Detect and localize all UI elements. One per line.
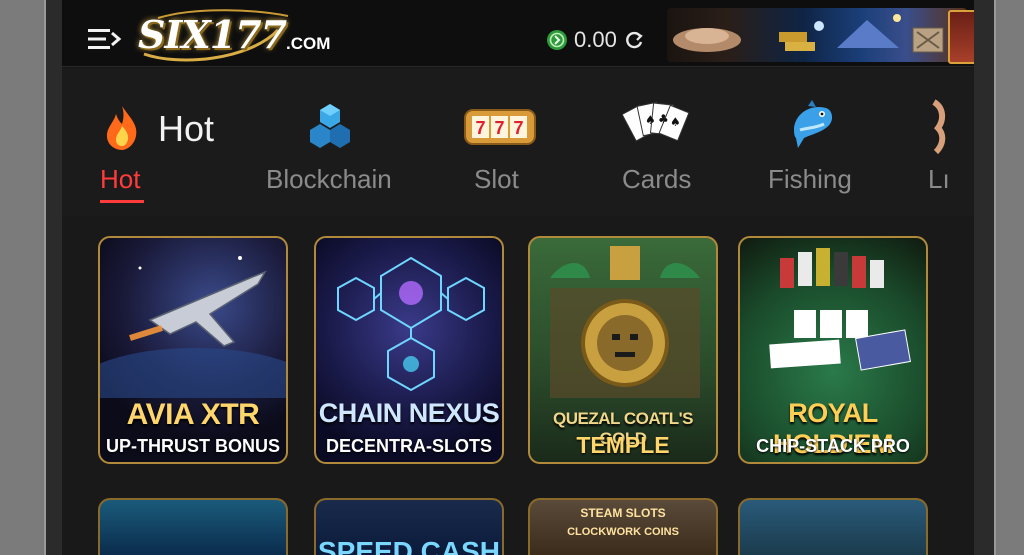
game-subtitle: CLOCKWORK COINS (567, 526, 679, 538)
active-category-heading: Hot (158, 108, 215, 149)
balance-amount: 0.00 (574, 27, 617, 52)
menu-icon[interactable] (88, 28, 122, 50)
game-subtitle: DECENTRA-SLOTS (326, 436, 492, 456)
game-card[interactable]: SPEED CASH (314, 498, 504, 555)
banner-art-icon (673, 14, 944, 53)
wallet-balance[interactable]: 0.00 (546, 27, 645, 52)
tab-cards-label: Cards (622, 164, 692, 194)
jet-art-icon (100, 256, 286, 398)
tab-slot-label: Slot (474, 164, 519, 194)
refresh-icon[interactable] (623, 29, 645, 51)
game-title: STEAM SLOTS (580, 506, 666, 520)
game-card[interactable]: CHAIN NEXUS DECENTRA-SLOTS (314, 236, 504, 464)
aztec-mask-art-icon (550, 246, 700, 398)
game-title: CHAIN NEXUS (318, 398, 500, 428)
poker-table-art-icon (769, 248, 911, 371)
svg-text:♣: ♣ (658, 112, 669, 126)
game-card[interactable]: STEAM SLOTS CLOCKWORK COINS (528, 498, 718, 555)
tab-fishing-label: Fishing (768, 164, 852, 194)
game-card[interactable] (98, 498, 288, 555)
svg-text:♠: ♠ (670, 115, 681, 129)
cubes-icon (310, 104, 350, 148)
category-nav: Hot Hot Blockchain 7 7 7 Slot ♠ ♣ ♠ Card… (62, 68, 974, 217)
partial-icon (932, 99, 946, 154)
svg-text:♠: ♠ (645, 113, 656, 127)
promo-banner[interactable] (667, 8, 967, 62)
logo-domain: .COM (286, 34, 331, 53)
user-avatar[interactable] (948, 10, 974, 64)
tab-more-label: Lı (928, 164, 950, 194)
svg-text:7: 7 (513, 118, 523, 138)
game-card[interactable] (738, 498, 928, 555)
top-header: SIX177 .COM 0.00 (62, 0, 974, 67)
tab-blockchain-label: Blockchain (266, 164, 392, 194)
svg-text:7: 7 (494, 118, 504, 138)
slot-reels-icon: 7 7 7 (464, 109, 536, 145)
fish-icon (794, 100, 833, 148)
game-card[interactable]: AVIA XTR UP-THRUST BONUS (98, 236, 288, 464)
game-card[interactable]: QUEZAL COATL'S GOLD TEMPLE RICHES (528, 236, 718, 464)
app-screen: SIX177 .COM 0.00 Hot Hot Blockchain 7 7 … (62, 0, 974, 555)
game-title: SPEED CASH (317, 536, 501, 555)
tab-hot-label: Hot (100, 164, 141, 194)
game-subtitle: UP-THRUST BONUS (106, 436, 280, 456)
playing-cards-icon: ♠ ♣ ♠ (622, 101, 690, 142)
svg-text:7: 7 (475, 118, 485, 138)
game-grid: AVIA XTR UP-THRUST BONUS CHAIN NEXUS DEC… (62, 216, 974, 555)
logo-text: SIX177 (138, 12, 287, 57)
game-card[interactable]: ROYAL HOLD'EM CHIP-STACK PRO (738, 236, 928, 464)
site-logo[interactable]: SIX177 .COM (138, 6, 348, 64)
coin-icon (547, 30, 567, 50)
game-title: AVIA XTR (126, 398, 260, 431)
active-tab-indicator (100, 200, 144, 203)
blockchain-art-icon (337, 256, 485, 392)
flame-icon (106, 106, 137, 150)
game-subtitle: CHIP-STACK PRO (756, 436, 910, 456)
game-subtitle: TEMPLE RICHES (576, 432, 670, 462)
